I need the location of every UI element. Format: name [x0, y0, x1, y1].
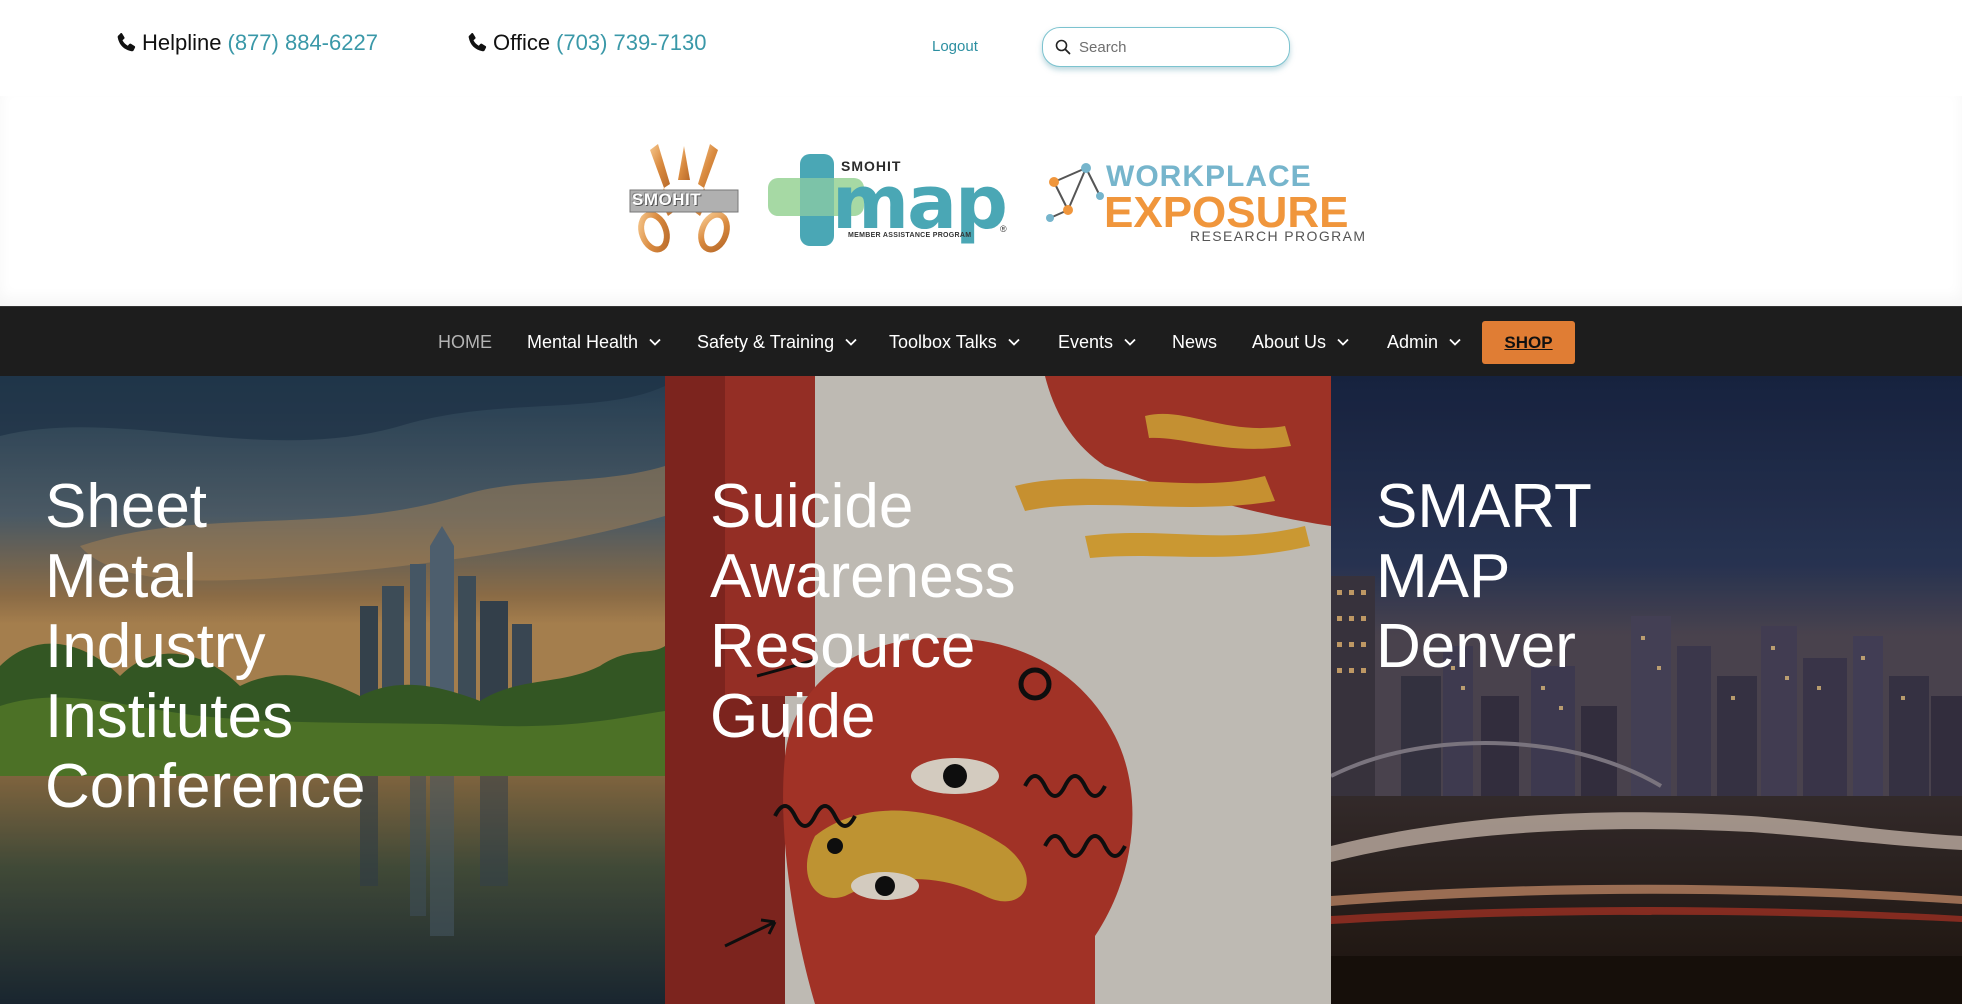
nav-item-news[interactable]: News	[1172, 307, 1217, 377]
hero-panel-suicide-awareness[interactable]: Suicide Awareness Resource Guide	[665, 376, 1331, 1004]
helpline-label: Helpline	[142, 30, 222, 55]
title-line: Suicide	[710, 472, 914, 541]
nav-item-label: About Us	[1252, 331, 1327, 352]
helpline-number-link[interactable]: (877) 884-6227	[228, 30, 378, 56]
hero-panel-conference[interactable]: Sheet Metal Industry Institutes Conferen…	[0, 376, 665, 1004]
chevron-down-icon	[1124, 338, 1136, 346]
hero-panel-title: Sheet Metal Industry Institutes Conferen…	[45, 472, 485, 822]
chevron-down-icon	[1008, 338, 1020, 346]
chevron-down-icon	[1337, 338, 1349, 346]
main-nav: HOME Mental Health Safety & Training Too…	[0, 306, 1962, 376]
nav-items: HOME Mental Health Safety & Training Too…	[0, 307, 1962, 377]
chevron-down-icon	[845, 338, 857, 346]
title-line: Sheet	[45, 472, 208, 541]
smohit-logo[interactable]: SMOHIT	[628, 140, 740, 256]
search-box[interactable]	[1042, 27, 1290, 67]
nav-item-toolbox-talks[interactable]: Toolbox Talks	[889, 307, 1021, 377]
nav-item-label: Mental Health	[527, 331, 639, 352]
title-line: Awareness	[710, 542, 1016, 611]
office-number-link[interactable]: (703) 739-7130	[556, 30, 706, 56]
chevron-down-icon	[1449, 338, 1461, 346]
shop-button[interactable]: SHOP	[1482, 321, 1575, 364]
title-line: SMART	[1376, 472, 1592, 541]
night-city-image	[1331, 376, 1962, 1004]
search-input[interactable]	[1079, 38, 1269, 56]
hero-panels: Sheet Metal Industry Institutes Conferen…	[0, 376, 1962, 1004]
helpline-contact: Helpline (877) 884-6227	[114, 30, 378, 56]
nav-item-admin[interactable]: Admin	[1387, 307, 1462, 377]
title-line: Institutes	[45, 682, 294, 751]
search-icon	[1055, 39, 1071, 55]
map-logo-sub-text: MEMBER ASSISTANCE PROGRAM	[848, 232, 972, 239]
nav-item-about-us[interactable]: About Us	[1252, 307, 1350, 377]
registered-mark: ®	[1000, 224, 1007, 234]
hero-panel-title: Suicide Awareness Resource Guide	[710, 472, 1150, 752]
logo-band: SMOHIT SMOHIT map MEMBER ASSISTANCE PROG…	[0, 96, 1962, 306]
logout-link[interactable]: Logout	[932, 38, 978, 55]
nav-item-label: Toolbox Talks	[889, 331, 997, 352]
office-contact: Office (703) 739-7130	[465, 30, 707, 56]
nav-item-label: Events	[1058, 331, 1114, 352]
nav-item-label: Admin	[1387, 331, 1439, 352]
title-line: Guide	[710, 682, 876, 751]
title-line: Resource	[710, 612, 976, 681]
phone-icon	[117, 33, 136, 52]
nav-item-label: News	[1172, 331, 1218, 352]
hero-panel-smart-map-denver[interactable]: SMART MAP Denver	[1331, 376, 1962, 1004]
page: Helpline (877) 884-6227 Office (703) 739…	[0, 0, 1962, 1004]
network-icon	[1046, 163, 1104, 222]
office-label: Office	[493, 30, 551, 55]
chevron-down-icon	[649, 338, 661, 346]
map-logo[interactable]: SMOHIT map MEMBER ASSISTANCE PROGRAM ®	[768, 154, 1018, 246]
smohit-logo-text: SMOHIT	[632, 190, 702, 209]
nav-item-label: HOME	[438, 331, 492, 352]
nav-item-events[interactable]: Events	[1058, 307, 1137, 377]
top-bar: Helpline (877) 884-6227 Office (703) 739…	[0, 0, 1962, 96]
title-line: MAP	[1376, 542, 1511, 611]
title-line: Metal	[45, 542, 197, 611]
hero-panel-title: SMART MAP Denver	[1376, 472, 1816, 682]
wep-line3: RESEARCH PROGRAM	[1190, 228, 1367, 244]
nav-item-safety-training[interactable]: Safety & Training	[697, 307, 858, 377]
phone-icon	[468, 33, 487, 52]
workplace-exposure-logo[interactable]: WORKPLACE EXPOSURE RESEARCH PROGRAM	[1044, 158, 1374, 244]
nav-item-home[interactable]: HOME	[438, 307, 492, 377]
title-line: Conference	[45, 752, 366, 821]
nav-item-mental-health[interactable]: Mental Health	[527, 307, 662, 377]
title-line: Denver	[1376, 612, 1576, 681]
title-line: Industry	[45, 612, 266, 681]
nav-item-label: Safety & Training	[697, 331, 835, 352]
